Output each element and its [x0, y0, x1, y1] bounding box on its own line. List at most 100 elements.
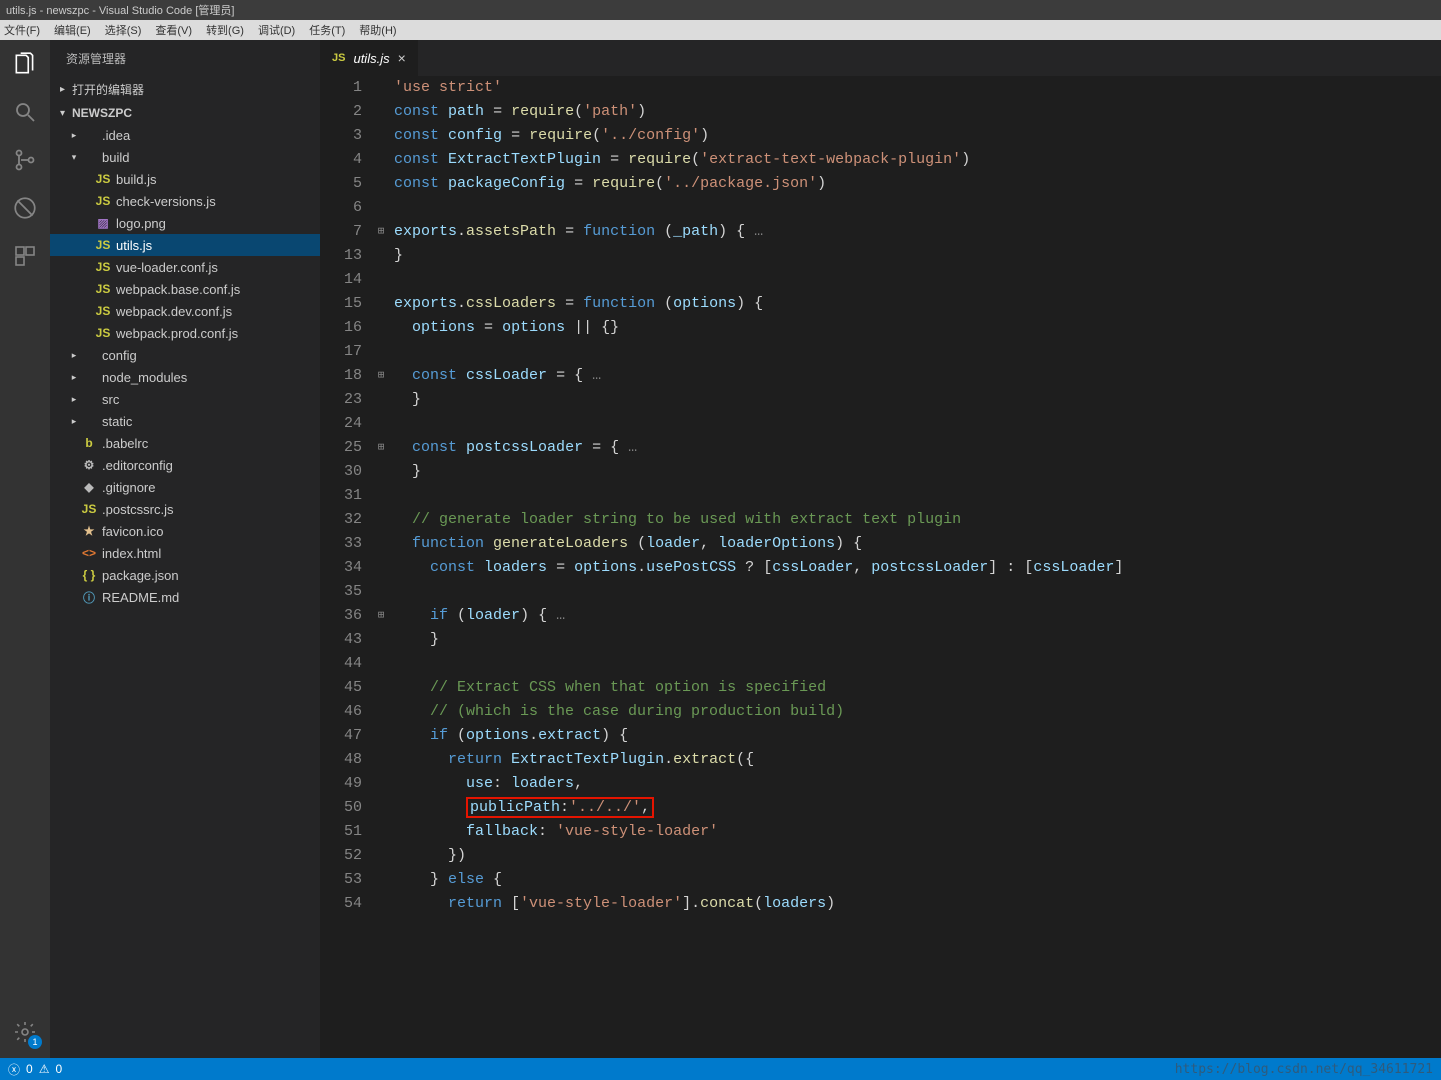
settings-gear-icon[interactable]: 1 [11, 1018, 39, 1046]
fold-toggle-icon [372, 412, 390, 436]
file-item[interactable]: JScheck-versions.js [50, 190, 320, 212]
chevron-icon: ▸ [68, 350, 80, 361]
project-label: NEWSZPC [72, 106, 132, 120]
sidebar-title: 资源管理器 [50, 40, 320, 77]
js-icon: JS [94, 172, 112, 186]
settings-badge: 1 [28, 1035, 42, 1049]
js-file-icon: JS [332, 52, 345, 64]
fold-toggle-icon [372, 724, 390, 748]
diamond-icon: ◆ [80, 480, 98, 494]
fold-toggle-icon [372, 772, 390, 796]
debug-icon[interactable] [11, 194, 39, 222]
file-tree: ▸ .idea ▾buildJSbuild.jsJScheck-versions.j… [50, 124, 320, 1058]
tree-item-label: logo.png [116, 216, 166, 231]
fold-toggle-icon [372, 124, 390, 148]
js-icon: JS [94, 326, 112, 340]
file-item[interactable]: ◆.gitignore [50, 476, 320, 498]
js-icon: JS [94, 282, 112, 296]
code-editor[interactable]: 1234567131415161718232425303132333435364… [320, 76, 1441, 1058]
file-item[interactable]: ⚙.editorconfig [50, 454, 320, 476]
watermark: https://blog.csdn.net/qq_34611721 [1175, 1062, 1433, 1077]
tree-item-label: package.json [102, 568, 179, 583]
menu-item[interactable]: 编辑(E) [54, 22, 91, 38]
tree-item-label: webpack.prod.conf.js [116, 326, 238, 341]
warning-icon[interactable]: ⚠ [39, 1062, 50, 1076]
folder-item[interactable]: ▸ config [50, 344, 320, 366]
menu-item[interactable]: 调试(D) [258, 22, 295, 38]
gear-icon: ⚙ [80, 458, 98, 472]
chevron-down-icon: ▾ [60, 108, 72, 119]
info-icon: ⓘ [80, 589, 98, 606]
tree-item-label: node_modules [102, 370, 187, 385]
folder-item[interactable]: ▾build [50, 146, 320, 168]
file-item[interactable]: JS webpack.prod.conf.js [50, 322, 320, 344]
fold-toggle-icon [372, 196, 390, 220]
file-item[interactable]: JS.postcssrc.js [50, 498, 320, 520]
star-icon: ★ [80, 524, 98, 538]
tab-utils-js[interactable]: JS utils.js × [320, 40, 418, 76]
project-section[interactable]: ▾ NEWSZPC [50, 102, 320, 124]
explorer-icon[interactable] [11, 50, 39, 78]
menu-item[interactable]: 转到(G) [206, 22, 244, 38]
source-control-icon[interactable] [11, 146, 39, 174]
fold-toggle-icon[interactable]: ⊞ [372, 604, 390, 628]
js-icon: JS [80, 502, 98, 516]
file-item[interactable]: JSutils.js [50, 234, 320, 256]
status-bar: ⓧ 0 ⚠ 0 https://blog.csdn.net/qq_3461172… [0, 1058, 1441, 1080]
search-icon[interactable] [11, 98, 39, 126]
file-item[interactable]: JSbuild.js [50, 168, 320, 190]
fold-toggle-icon[interactable]: ⊞ [372, 364, 390, 388]
error-icon[interactable]: ⓧ [8, 1061, 20, 1078]
fold-toggle-icon [372, 388, 390, 412]
tree-item-label: webpack.dev.conf.js [116, 304, 232, 319]
menu-item[interactable]: 任务(T) [309, 22, 345, 38]
file-item[interactable]: { }package.json [50, 564, 320, 586]
fold-toggle-icon [372, 676, 390, 700]
file-item[interactable]: <>index.html [50, 542, 320, 564]
fold-toggle-icon [372, 316, 390, 340]
fold-toggle-icon [372, 484, 390, 508]
extensions-icon[interactable] [11, 242, 39, 270]
line-number-gutter: 1234567131415161718232425303132333435364… [320, 76, 372, 1058]
chevron-icon: ▸ [68, 130, 80, 141]
fold-toggle-icon [372, 292, 390, 316]
tree-item-label: vue-loader.conf.js [116, 260, 218, 275]
fold-toggle-icon [372, 172, 390, 196]
file-item[interactable]: ⓘREADME.md [50, 586, 320, 608]
fold-toggle-icon [372, 820, 390, 844]
tree-item-label: .idea [102, 128, 130, 143]
fold-toggle-icon [372, 748, 390, 772]
tree-item-label: config [102, 348, 137, 363]
fold-toggle-icon [372, 244, 390, 268]
fold-toggle-icon [372, 652, 390, 676]
menu-item[interactable]: 文件(F) [4, 22, 40, 38]
file-item[interactable]: JSwebpack.base.conf.js [50, 278, 320, 300]
fold-toggle-icon [372, 76, 390, 100]
folder-item[interactable]: ▸src [50, 388, 320, 410]
file-item[interactable]: ★favicon.ico [50, 520, 320, 542]
js-icon: JS [94, 260, 112, 274]
fold-toggle-icon[interactable]: ⊞ [372, 220, 390, 244]
file-item[interactable]: JSwebpack.dev.conf.js [50, 300, 320, 322]
folder-item[interactable]: ▸static [50, 410, 320, 432]
folder-item[interactable]: ▸ .idea [50, 124, 320, 146]
menu-item[interactable]: 选择(S) [105, 22, 142, 38]
menu-item[interactable]: 查看(V) [155, 22, 192, 38]
fold-toggle-icon[interactable]: ⊞ [372, 436, 390, 460]
file-item[interactable]: b.babelrc [50, 432, 320, 454]
folder-item[interactable]: ▸node_modules [50, 366, 320, 388]
fold-toggle-icon [372, 796, 390, 820]
file-item[interactable]: ▨logo.png [50, 212, 320, 234]
close-icon[interactable]: × [398, 50, 406, 66]
fold-toggle-icon [372, 460, 390, 484]
window-title-bar: utils.js - newszpc - Visual Studio Code … [0, 0, 1441, 20]
tree-item-label: src [102, 392, 119, 407]
open-editors-section[interactable]: ▸ 打开的编辑器 [50, 77, 320, 102]
tree-item-label: utils.js [116, 238, 152, 253]
fold-toggle-icon [372, 508, 390, 532]
file-item[interactable]: JS vue-loader.conf.js [50, 256, 320, 278]
menu-bar: 文件(F) 编辑(E) 选择(S) 查看(V) 转到(G) 调试(D) 任务(T) 帮助(H) [0, 20, 1441, 40]
tab-label: utils.js [353, 51, 389, 66]
code-content[interactable]: 'use strict'const path = require('path')… [390, 76, 1441, 1058]
menu-item[interactable]: 帮助(H) [359, 22, 396, 38]
